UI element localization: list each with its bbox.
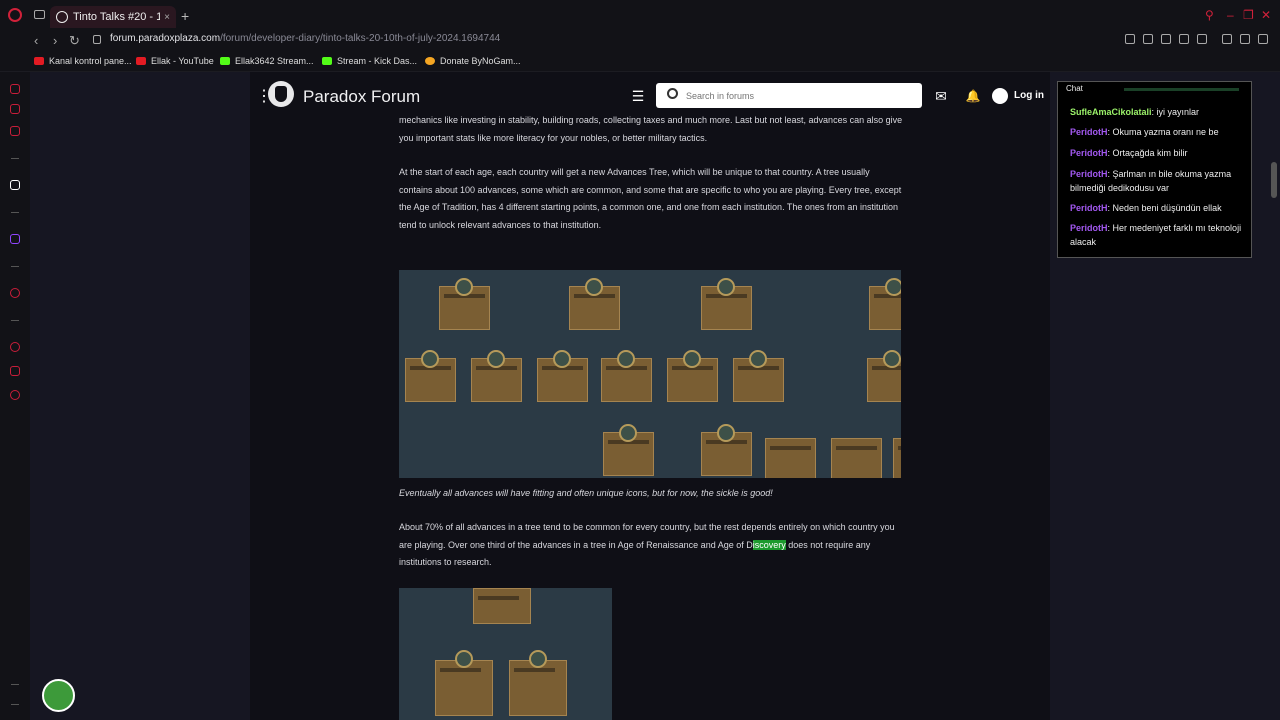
sidebar-more-icon[interactable] (11, 704, 19, 705)
bookmark-item[interactable]: Ellak3642 Stream... (220, 56, 314, 66)
bookmark-icon[interactable] (1125, 34, 1135, 44)
advances-tree-image-2[interactable] (399, 588, 612, 720)
easy-setup-icon[interactable] (1258, 34, 1268, 44)
opera-sidebar (0, 72, 30, 720)
vpn-icon[interactable] (1161, 34, 1171, 44)
chat-header-bar (1124, 88, 1239, 91)
page-scrollbar[interactable] (1271, 162, 1277, 198)
paragraph: mechanics like investing in stability, b… (399, 115, 903, 143)
tab-title: Tinto Talks #20 - 10th of J (73, 11, 161, 23)
player-icon[interactable] (1179, 34, 1189, 44)
close-window-icon[interactable]: ✕ (1261, 8, 1271, 22)
history-icon[interactable] (10, 342, 20, 352)
kick-sidebar-icon[interactable] (10, 180, 20, 190)
forum-menu-icon[interactable]: ☰ (625, 83, 651, 109)
paragraph: At the start of each age, each country w… (399, 167, 902, 230)
paradox-favicon-icon (56, 11, 68, 23)
new-tab-button[interactable]: + (181, 8, 189, 24)
forum-brand[interactable]: Paradox Forum (303, 87, 420, 107)
text-selection: iscovery (752, 539, 786, 550)
sidebar-divider (11, 266, 19, 267)
donate-icon (425, 57, 435, 65)
chat-message: PeridotH: Okuma yazma oranı ne be (1070, 127, 1219, 137)
settings-icon[interactable] (10, 390, 20, 400)
forum-search-box[interactable] (656, 83, 922, 108)
mail-icon[interactable]: ✉ (928, 83, 954, 109)
youtube-icon (136, 57, 146, 65)
messenger-icon[interactable] (10, 126, 20, 136)
search-input[interactable] (686, 88, 906, 104)
aria-icon[interactable] (10, 84, 20, 94)
music-icon[interactable] (10, 104, 20, 114)
paragraph: About 70% of all advances in a tree tend… (399, 522, 895, 568)
image-caption: Eventually all advances will have fittin… (399, 488, 773, 498)
sidebar-divider (11, 212, 19, 213)
bookmark-item[interactable]: Ellak - YouTube (136, 56, 214, 66)
search-icon (667, 88, 678, 99)
sidebar-divider (11, 684, 19, 685)
bookmark-item[interactable]: Kanal kontrol pane... (34, 56, 132, 66)
heart-icon[interactable] (1197, 34, 1207, 44)
url-field[interactable]: forum.paradoxplaza.com/forum/developer-d… (110, 33, 500, 44)
reload-icon[interactable]: ↻ (69, 33, 80, 49)
sidebar-divider (11, 158, 19, 159)
kick-icon (220, 57, 230, 65)
kick-icon (322, 57, 332, 65)
profile-icon[interactable] (1222, 34, 1232, 44)
player-sidebar-icon[interactable] (10, 288, 20, 298)
twitch-icon[interactable] (10, 234, 20, 244)
stream-chat-overlay: Chat SufleAmaCikolatali: iyi yayınlar Pe… (1057, 81, 1252, 258)
advances-tree-image[interactable] (399, 270, 901, 478)
active-tab[interactable]: Tinto Talks #20 - 10th of J × (50, 6, 176, 28)
tab-manager-icon[interactable] (34, 10, 45, 19)
chat-message: SufleAmaCikolatali: iyi yayınlar (1070, 107, 1200, 117)
opera-logo-icon[interactable] (8, 8, 22, 22)
youtube-icon (34, 57, 44, 65)
search-tabs-icon[interactable]: ⚲ (1205, 8, 1214, 22)
chat-message: PeridotH: Neden beni düşündün ellak (1070, 203, 1222, 213)
user-avatar-icon (992, 87, 1008, 104)
notification-icon[interactable]: 🔔 (960, 83, 986, 109)
login-label: Log in (1014, 90, 1044, 101)
maximize-icon[interactable]: ❐ (1243, 8, 1254, 22)
extensions-icon[interactable] (10, 366, 20, 376)
login-button[interactable]: Log in (992, 83, 1044, 108)
back-icon[interactable]: ‹ (34, 33, 38, 48)
chat-message: PeridotH: Ortaçağda kim bilir (1070, 148, 1188, 158)
chat-title: Chat (1066, 84, 1083, 93)
minimize-icon[interactable]: – (1227, 8, 1234, 22)
download-icon[interactable] (1240, 34, 1250, 44)
snapshot-icon[interactable] (1143, 34, 1153, 44)
bookmark-item[interactable]: Donate ByNoGam... (425, 56, 521, 66)
chat-message: PeridotH: Şarlman ın bile okuma yazma bi… (1070, 169, 1232, 193)
tab-close-icon[interactable]: × (160, 12, 170, 23)
sidebar-divider (11, 320, 19, 321)
lock-icon (93, 35, 101, 44)
address-bar: ‹ › ↻ forum.paradoxplaza.com/forum/devel… (0, 30, 1280, 52)
cookie-settings-icon[interactable] (42, 679, 75, 712)
bookmark-item[interactable]: Stream - Kick Das... (322, 56, 417, 66)
forward-icon[interactable]: › (53, 33, 57, 48)
bookmarks-bar: Kanal kontrol pane... Ellak - YouTube El… (0, 52, 1280, 72)
browser-tab-bar: Tinto Talks #20 - 10th of J × + ⚲ – ❐ ✕ (0, 0, 1280, 30)
chat-message: PeridotH: Her medeniyet farklı mı teknol… (1070, 223, 1242, 247)
paradox-logo-icon[interactable] (268, 81, 294, 107)
